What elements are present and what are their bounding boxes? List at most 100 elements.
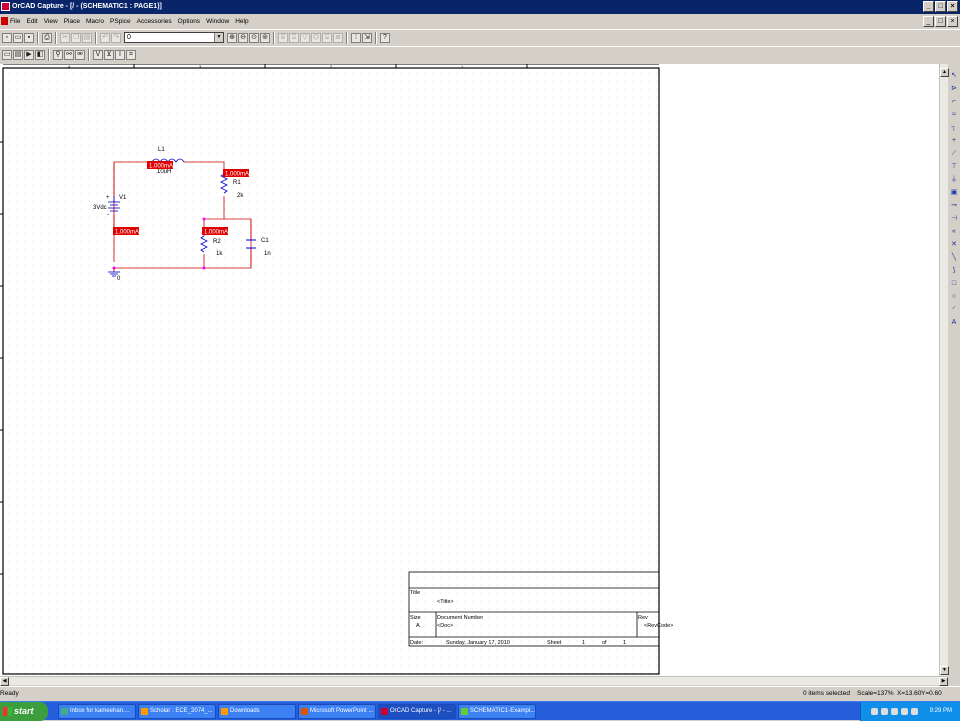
- run-icon[interactable]: ▶: [24, 49, 34, 60]
- menu-help[interactable]: Help: [235, 18, 248, 25]
- place-net-alias-icon[interactable]: ≈: [949, 109, 959, 120]
- menu-view[interactable]: View: [44, 18, 58, 25]
- save-icon[interactable]: ▪: [24, 32, 34, 43]
- zoom-all-icon[interactable]: ⊚: [260, 32, 270, 43]
- current-marker-icon[interactable]: ⚯: [64, 49, 74, 60]
- cut-icon[interactable]: ✂: [60, 32, 70, 43]
- orcad-app-icon[interactable]: [1, 2, 10, 11]
- place-bus-entry-icon[interactable]: ⟋: [949, 148, 959, 159]
- power-marker-icon[interactable]: ⚮: [75, 49, 85, 60]
- place-part-icon[interactable]: ⊳: [949, 83, 959, 94]
- edit-simulation-icon[interactable]: ▤: [13, 49, 23, 60]
- tray-icon-2[interactable]: [881, 708, 888, 715]
- toggle-bias-icon[interactable]: ⌗: [126, 49, 136, 60]
- vertical-scrollbar[interactable]: ▲ ▼: [939, 64, 949, 676]
- taskbar-item-powerpoint[interactable]: Microsoft PowerPoint ...: [298, 704, 376, 719]
- place-pin-icon[interactable]: ⊣: [949, 213, 959, 224]
- no-connect-icon[interactable]: ✕: [949, 239, 959, 250]
- place-power-icon[interactable]: ⊤: [949, 161, 959, 172]
- menu-edit[interactable]: Edit: [26, 18, 37, 25]
- place-text-icon[interactable]: A: [949, 317, 959, 328]
- menu-macro[interactable]: Macro: [86, 18, 104, 25]
- place-ground-icon[interactable]: ⏚: [949, 174, 959, 185]
- new-icon[interactable]: ▫: [2, 32, 12, 43]
- part-combo[interactable]: 0 ▼: [124, 32, 224, 43]
- current-badge-r2[interactable]: 1.000mA: [202, 227, 228, 236]
- paste-icon[interactable]: ▤: [82, 32, 92, 43]
- current-badge-r1[interactable]: 1.000mA: [223, 169, 249, 178]
- tray-icon-4[interactable]: [901, 708, 908, 715]
- drc-icon[interactable]: ▽: [300, 32, 310, 43]
- schematic-canvas[interactable]: 4 3 2 1 L1 10uH R1 2k V1 3Vdc + - R2 1k …: [0, 64, 939, 676]
- place-wire-icon[interactable]: ⌐: [949, 96, 959, 107]
- close-button[interactable]: ×: [947, 1, 958, 12]
- taskbar-item-orcad[interactable]: OrCAD Capture - [/ - ...: [378, 704, 456, 719]
- place-line-icon[interactable]: ╲: [949, 252, 959, 263]
- tray-icon-3[interactable]: [891, 708, 898, 715]
- taskbar-item-schematic[interactable]: SCHEMATIC1-Exampl...: [458, 704, 536, 719]
- place-bus-icon[interactable]: ┐: [949, 122, 959, 133]
- place-polyline-icon[interactable]: ⟆: [949, 265, 959, 276]
- current-badge-l1[interactable]: 1.000mA: [147, 161, 173, 170]
- doc-number-label: Document Number: [437, 615, 483, 621]
- place-ellipse-icon[interactable]: ○: [949, 291, 959, 302]
- doc-close-button[interactable]: ×: [947, 16, 958, 27]
- pspice-icon: [461, 708, 468, 715]
- view-results-icon[interactable]: ◧: [35, 49, 45, 60]
- project-manager-icon[interactable]: ⇲: [362, 32, 372, 43]
- snap-grid-icon[interactable]: ⁞: [351, 32, 361, 43]
- place-junction-icon[interactable]: +: [949, 135, 959, 146]
- help-icon[interactable]: ?: [380, 32, 390, 43]
- zoom-in-icon[interactable]: ⊕: [227, 32, 237, 43]
- bom-icon[interactable]: ≣: [333, 32, 343, 43]
- menu-pspice[interactable]: PSpice: [110, 18, 131, 25]
- current-badge-v1[interactable]: 1.000mA: [113, 227, 139, 236]
- new-simulation-icon[interactable]: ▭: [2, 49, 12, 60]
- place-rectangle-icon[interactable]: □: [949, 278, 959, 289]
- menu-file[interactable]: File: [10, 18, 20, 25]
- clock[interactable]: 9:29 PM: [930, 702, 952, 721]
- place-port-icon[interactable]: ⊸: [949, 200, 959, 211]
- annotate-icon[interactable]: ⌸: [278, 32, 288, 43]
- off-page-connector-icon[interactable]: «: [949, 226, 959, 237]
- place-hier-block-icon[interactable]: ▣: [949, 187, 959, 198]
- undo-icon[interactable]: ↶: [100, 32, 110, 43]
- tray-icon-1[interactable]: [871, 708, 878, 715]
- taskbar-item-downloads[interactable]: Downloads: [218, 704, 296, 719]
- window-title-bar[interactable]: OrCAD Capture - [/ - (SCHEMATIC1 : PAGE1…: [0, 0, 960, 14]
- cross-ref-icon[interactable]: ⌺: [322, 32, 332, 43]
- of-label: of: [602, 640, 607, 646]
- status-scale: Scale=137%: [857, 690, 894, 697]
- taskbar-item-inbox[interactable]: Inbox for kameehan....: [58, 704, 136, 719]
- place-arc-icon[interactable]: ◜: [949, 304, 959, 315]
- show-voltage-icon[interactable]: V: [93, 49, 103, 60]
- show-current-icon[interactable]: I: [115, 49, 125, 60]
- print-icon[interactable]: ⎙: [42, 32, 52, 43]
- zoom-out-icon[interactable]: ⊖: [238, 32, 248, 43]
- menu-place[interactable]: Place: [64, 18, 80, 25]
- select-tool-icon[interactable]: ↖: [949, 70, 959, 81]
- chevron-down-icon[interactable]: ▼: [214, 33, 223, 42]
- start-button[interactable]: start: [0, 702, 48, 721]
- document-icon[interactable]: [1, 17, 8, 25]
- doc-minimize-button[interactable]: _: [923, 16, 934, 27]
- tray-icon-5[interactable]: [911, 708, 918, 715]
- horizontal-scrollbar[interactable]: ◀ ▶: [0, 676, 948, 686]
- show-power-icon[interactable]: ⊻: [104, 49, 114, 60]
- menu-accessories[interactable]: Accessories: [137, 18, 172, 25]
- menu-options[interactable]: Options: [178, 18, 200, 25]
- menu-window[interactable]: Window: [206, 18, 229, 25]
- zoom-area-icon[interactable]: ⊙: [249, 32, 259, 43]
- netlist-icon[interactable]: ⌬: [311, 32, 321, 43]
- back-annotate-icon[interactable]: ⌹: [289, 32, 299, 43]
- minimize-button[interactable]: _: [923, 1, 934, 12]
- taskbar-item-scholar[interactable]: Scholar : ECE_2074_...: [138, 704, 216, 719]
- scroll-right-icon[interactable]: ▶: [939, 677, 948, 686]
- doc-restore-button[interactable]: □: [935, 16, 946, 27]
- voltage-marker-icon[interactable]: ⚲: [53, 49, 63, 60]
- copy-icon[interactable]: ❐: [71, 32, 81, 43]
- open-icon[interactable]: ▭: [13, 32, 23, 43]
- maximize-button[interactable]: □: [935, 1, 946, 12]
- redo-icon[interactable]: ↷: [111, 32, 121, 43]
- scroll-left-icon[interactable]: ◀: [0, 677, 9, 686]
